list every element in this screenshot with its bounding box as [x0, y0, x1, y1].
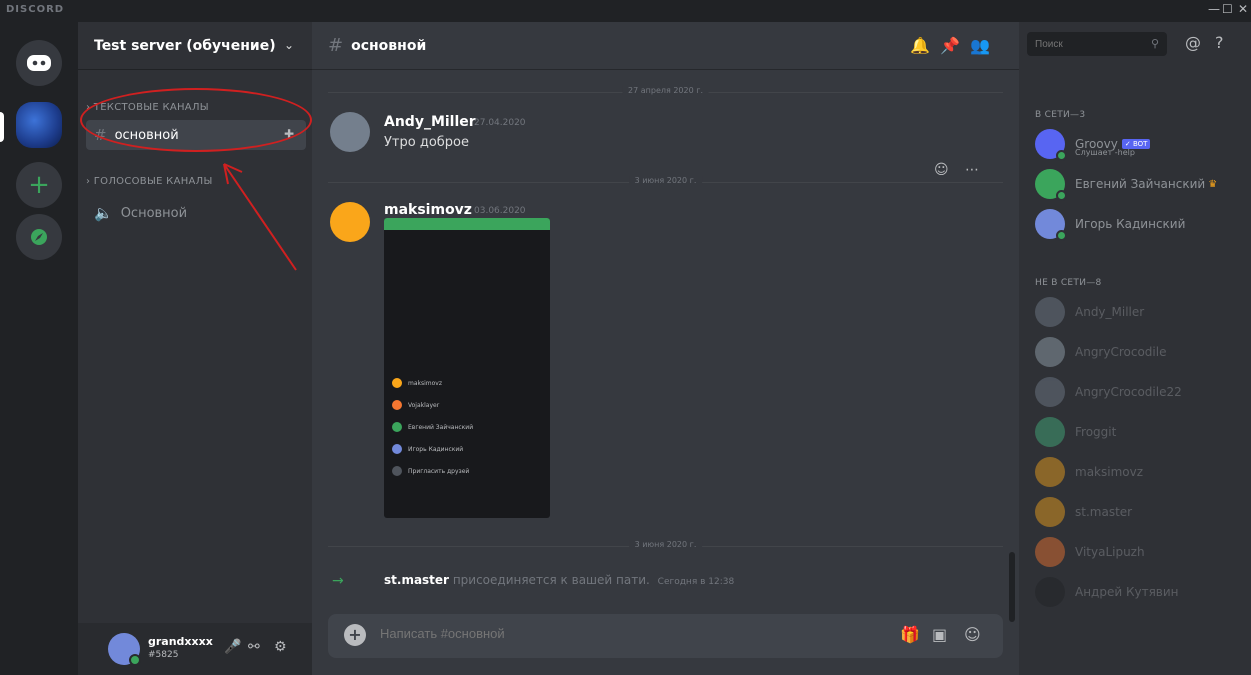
member-item[interactable]: Froggit — [1035, 414, 1249, 450]
message-author[interactable]: Andy_Miller — [384, 114, 476, 130]
hash-icon: # — [94, 126, 107, 144]
invite-member-icon[interactable]: ✚ — [284, 127, 294, 141]
gift-icon[interactable]: 🎁 — [900, 625, 920, 644]
member-item[interactable]: AngryCrocodile — [1035, 334, 1249, 370]
date-divider: 27 апреля 2020 г. — [328, 86, 1003, 95]
user-panel: grandxxxx #5825 🎤 ⚯ ⚙ — [78, 623, 312, 675]
message-input[interactable] — [380, 626, 850, 641]
search-icon: ⚲ — [1151, 37, 1160, 50]
date-divider: 3 июня 2020 г. — [328, 540, 1003, 549]
channel-header: # основной 🔔 📌 👥 — [312, 22, 1019, 70]
embed-status-bar — [384, 218, 550, 230]
compass-icon — [31, 229, 47, 245]
member-item[interactable]: Groovy ✓ BOT Слушает -help — [1035, 126, 1249, 162]
channel-title: основной — [351, 37, 427, 54]
member-item[interactable]: Андрей Кутявин — [1035, 574, 1249, 610]
date-divider: 3 июня 2020 г. — [328, 176, 1003, 185]
plus-icon: + — [28, 170, 50, 200]
scrollbar[interactable] — [1009, 552, 1015, 622]
server-list: + — [0, 22, 78, 675]
channel-label: Основной — [120, 205, 188, 221]
member-item[interactable]: Евгений Зайчанский ♛ — [1035, 166, 1249, 202]
server-name: Test server (обучение) — [94, 37, 276, 54]
emoji-icon[interactable]: ☺ — [964, 625, 981, 644]
join-username[interactable]: st.master — [384, 573, 449, 587]
pin-icon[interactable]: 📌 — [940, 36, 960, 55]
server-icon-test-server[interactable] — [16, 102, 62, 148]
category-voice-channels[interactable]: › ГОЛОСОВЫЕ КАНАЛЫ — [86, 176, 213, 187]
join-system-message: st.master присоединяется к вашей пати. С… — [384, 573, 735, 587]
maximize-button[interactable]: ☐ — [1222, 2, 1233, 16]
avatar — [1035, 169, 1067, 201]
offline-header: НЕ В СЕТИ—8 — [1035, 278, 1102, 288]
category-text-channels[interactable]: › ТЕКСТОВЫЕ КАНАЛЫ — [86, 102, 209, 113]
message-actions: ☺ ⋯ — [934, 162, 979, 178]
more-options-icon[interactable]: ⋯ — [965, 162, 979, 178]
embed-row: Vojaklayer — [392, 400, 439, 410]
online-header: В СЕТИ—3 — [1035, 110, 1086, 120]
message-composer: + 🎁 ▣ ☺ — [328, 614, 1003, 658]
avatar — [1035, 129, 1067, 161]
member-activity: Слушает -help — [1075, 148, 1135, 157]
member-item[interactable]: VityaLipuzh — [1035, 534, 1249, 570]
chevron-icon: › — [86, 102, 94, 113]
microphone-icon[interactable]: 🎤 — [224, 639, 241, 655]
join-arrow-icon: → — [332, 573, 344, 589]
channel-sidebar: Test server (обучение) ⌄ › ТЕКСТОВЫЕ КАН… — [78, 22, 312, 675]
minimize-button[interactable]: — — [1208, 2, 1220, 16]
embed-row: Евгений Зайчанский — [392, 422, 473, 432]
embed-row: maksimovz — [392, 378, 442, 388]
title-bar: DISCORD — ☐ ✕ — [0, 0, 1251, 22]
message-author[interactable]: maksimovz — [384, 202, 472, 218]
mentions-icon[interactable]: @ — [1185, 33, 1201, 52]
user-tag: #5825 — [148, 650, 179, 660]
close-button[interactable]: ✕ — [1238, 2, 1248, 16]
crown-icon: ♛ — [1208, 178, 1218, 190]
search-input[interactable] — [1027, 32, 1167, 56]
message-timestamp: 03.06.2020 — [474, 206, 526, 216]
avatar[interactable] — [108, 633, 141, 666]
online-status-dot — [129, 654, 141, 666]
server-header[interactable]: Test server (обучение) ⌄ — [78, 22, 312, 70]
embed-row: Пригласить друзей — [392, 466, 469, 476]
avatar[interactable] — [330, 202, 370, 242]
headphones-icon[interactable]: ⚯ — [248, 639, 260, 655]
hash-icon: # — [328, 35, 344, 56]
add-server-button[interactable]: + — [16, 162, 62, 208]
help-icon[interactable]: ? — [1215, 33, 1224, 52]
red-arrow-annotation — [223, 163, 297, 271]
member-list: ⚲ @ ? В СЕТИ—3 Groovy✓ BOT Слушает -help… — [1019, 22, 1251, 675]
message-text: Утро доброе — [384, 135, 469, 150]
chat-area: # основной 🔔 📌 👥 27 апреля 2020 г. Andy_… — [312, 22, 1019, 675]
chevron-down-icon: ⌄ — [283, 38, 294, 52]
chevron-icon: › — [86, 176, 94, 187]
member-item[interactable]: st.master — [1035, 494, 1249, 530]
member-list-icon[interactable]: 👥 — [970, 36, 990, 55]
gif-icon[interactable]: ▣ — [932, 625, 947, 644]
message-timestamp: 27.04.2020 — [474, 118, 526, 128]
explore-servers-button[interactable] — [16, 214, 62, 260]
member-item[interactable]: maksimovz — [1035, 454, 1249, 490]
avatar[interactable] — [330, 112, 370, 152]
settings-gear-icon[interactable]: ⚙ — [274, 639, 287, 655]
add-reaction-icon[interactable]: ☺ — [934, 162, 949, 178]
active-server-indicator — [0, 112, 4, 142]
embed-row: Игорь Кадинский — [392, 444, 463, 454]
avatar — [1035, 209, 1067, 241]
upload-plus-icon[interactable]: + — [344, 624, 366, 646]
attached-screenshot-image[interactable]: maksimovz Vojaklayer Евгений Зайчанский … — [384, 218, 550, 518]
channel-label: основной — [114, 127, 179, 143]
app-title: DISCORD — [6, 4, 65, 15]
username: grandxxxx — [148, 635, 213, 648]
join-timestamp: Сегодня в 12:38 — [657, 577, 735, 587]
member-item[interactable]: AngryCrocodile22 — [1035, 374, 1249, 410]
home-button[interactable] — [16, 40, 62, 86]
discord-logo-icon — [27, 55, 51, 71]
member-item[interactable]: Игорь Кадинский — [1035, 206, 1249, 242]
speaker-icon: 🔈 — [94, 204, 113, 222]
member-item[interactable]: Andy_Miller — [1035, 294, 1249, 330]
bell-icon[interactable]: 🔔 — [910, 36, 930, 55]
